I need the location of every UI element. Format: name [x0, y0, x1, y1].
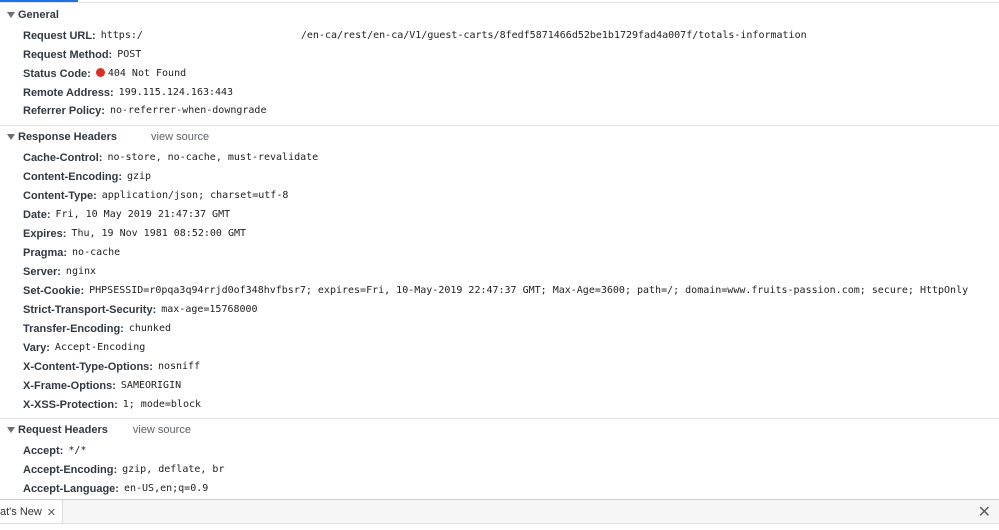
general-row-request-url: Request URL: https:/ /en-ca/rest/en-ca/V1…: [23, 26, 807, 45]
row-key: Strict-Transport-Security:: [23, 303, 157, 316]
row-key: Date:: [23, 208, 51, 221]
request-header-row: Accept-Language: en-US,en;q=0.9: [23, 479, 208, 498]
row-value: chunked: [128, 323, 171, 334]
drawer-tab-label: at's New: [0, 506, 42, 518]
request-headers-section-header[interactable]: Request Headers view source: [0, 420, 999, 440]
row-value: no-store, no-cache, must-revalidate: [107, 152, 319, 163]
row-key: Set-Cookie:: [23, 284, 85, 297]
row-value: https:/ /en-ca/rest/en-ca/V1/guest-carts/…: [101, 30, 807, 41]
row-value: en-US,en;q=0.9: [123, 483, 209, 494]
row-key: Server:: [23, 265, 61, 278]
expand-triangle-icon: [7, 12, 15, 18]
row-key: Content-Type:: [23, 189, 97, 202]
general-row-referrer-policy: Referrer Policy: no-referrer-when-downgr…: [23, 101, 266, 120]
expand-triangle-icon: [7, 134, 15, 140]
row-value: no-referrer-when-downgrade: [109, 105, 267, 116]
general-section-header[interactable]: General: [0, 5, 999, 25]
response-header-row: Pragma: no-cache: [23, 243, 120, 262]
row-key: Referrer Policy:: [23, 104, 105, 117]
section-divider: [0, 418, 999, 419]
response-headers-section-header[interactable]: Response Headers view source: [0, 127, 999, 147]
general-row-status-code: Status Code: 404 Not Found: [23, 64, 186, 83]
response-header-row: Server: nginx: [23, 262, 96, 281]
row-value: gzip: [126, 171, 152, 182]
general-row-request-method: Request Method: POST: [23, 45, 141, 64]
status-error-dot-icon: [95, 68, 105, 77]
close-tab-icon[interactable]: ✕: [47, 506, 56, 519]
request-headers-title: Request Headers: [18, 424, 108, 436]
general-section-title: General: [18, 9, 59, 21]
row-value: gzip, deflate, br: [122, 464, 225, 475]
response-headers-title: Response Headers: [18, 131, 118, 143]
request-view-source-link[interactable]: view source: [133, 424, 191, 436]
request-header-row: Accept-Encoding: gzip, deflate, br: [23, 460, 224, 479]
response-header-row: Set-Cookie: PHPSESSID=r0pqa3q94rrjd0of34…: [23, 281, 968, 300]
response-header-row: X-Content-Type-Options: nosniff: [23, 357, 200, 376]
request-url-prefix: https:/: [100, 30, 143, 41]
row-key: X-Frame-Options:: [23, 379, 116, 392]
expand-triangle-icon: [7, 427, 15, 433]
section-divider: [0, 125, 999, 126]
response-view-source-link[interactable]: view source: [151, 131, 209, 143]
row-key: X-XSS-Protection:: [23, 398, 118, 411]
row-value: 404 Not Found: [107, 68, 187, 79]
request-header-row: Accept: */*: [23, 441, 86, 460]
drawer-tab-bar: at's New ✕ ✕: [0, 499, 999, 524]
row-value: PHPSESSID=r0pqa3q94rrjd0of348hvfbsr7; ex…: [89, 285, 969, 296]
row-value: max-age=15768000: [161, 304, 258, 315]
row-key: Cache-Control:: [23, 151, 103, 164]
request-url-suffix: /en-ca/rest/en-ca/V1/guest-carts/8fedf58…: [300, 30, 807, 41]
row-value: application/json; charset=utf-8: [101, 190, 289, 201]
row-key: Request Method:: [23, 48, 113, 61]
row-value: SAMEORIGIN: [120, 380, 182, 391]
row-key: Pragma:: [23, 246, 68, 259]
row-key: Request URL:: [23, 29, 96, 42]
row-key: Expires:: [23, 227, 67, 240]
response-header-row: X-XSS-Protection: 1; mode=block: [23, 395, 201, 414]
response-header-row: Strict-Transport-Security: max-age=15768…: [23, 300, 258, 319]
row-value: POST: [117, 49, 142, 60]
close-drawer-icon[interactable]: ✕: [978, 502, 991, 522]
response-header-row: Transfer-Encoding: chunked: [23, 319, 171, 338]
row-key: Accept-Language:: [23, 482, 119, 495]
row-value: 1; mode=block: [122, 399, 202, 410]
row-value: no-cache: [72, 247, 121, 258]
row-key: Vary:: [23, 341, 50, 354]
row-value: nosniff: [157, 361, 201, 372]
drawer-tab-whats-new[interactable]: at's New ✕: [0, 500, 64, 524]
response-header-row: Content-Encoding: gzip: [23, 167, 151, 186]
response-header-row: X-Frame-Options: SAMEORIGIN: [23, 376, 181, 395]
response-header-row: Expires: Thu, 19 Nov 1981 08:52:00 GMT: [23, 224, 246, 243]
redacted-block: [142, 30, 301, 40]
row-value: 199.115.124.163:443: [118, 87, 234, 98]
response-header-row: Vary: Accept-Encoding: [23, 338, 145, 357]
row-key: Accept:: [23, 444, 64, 457]
row-key: Content-Encoding:: [23, 170, 122, 183]
row-key: Remote Address:: [23, 86, 114, 99]
row-key: Transfer-Encoding:: [23, 322, 124, 335]
row-key: X-Content-Type-Options:: [23, 360, 153, 373]
row-key: Status Code:: [23, 67, 91, 80]
general-row-remote-address: Remote Address: 199.115.124.163:443: [23, 83, 233, 102]
response-header-row: Content-Type: application/json; charset=…: [23, 186, 288, 205]
row-key: Accept-Encoding:: [23, 463, 118, 476]
top-border: [0, 2, 999, 3]
row-value: Thu, 19 Nov 1981 08:52:00 GMT: [71, 228, 247, 239]
response-header-row: Date: Fri, 10 May 2019 21:47:37 GMT: [23, 205, 230, 224]
response-header-row: Cache-Control: no-store, no-cache, must-…: [23, 148, 318, 167]
row-value: */*: [68, 445, 87, 456]
row-value: Accept-Encoding: [54, 342, 146, 353]
row-value: Fri, 10 May 2019 21:47:37 GMT: [55, 209, 231, 220]
row-value: nginx: [65, 266, 97, 277]
